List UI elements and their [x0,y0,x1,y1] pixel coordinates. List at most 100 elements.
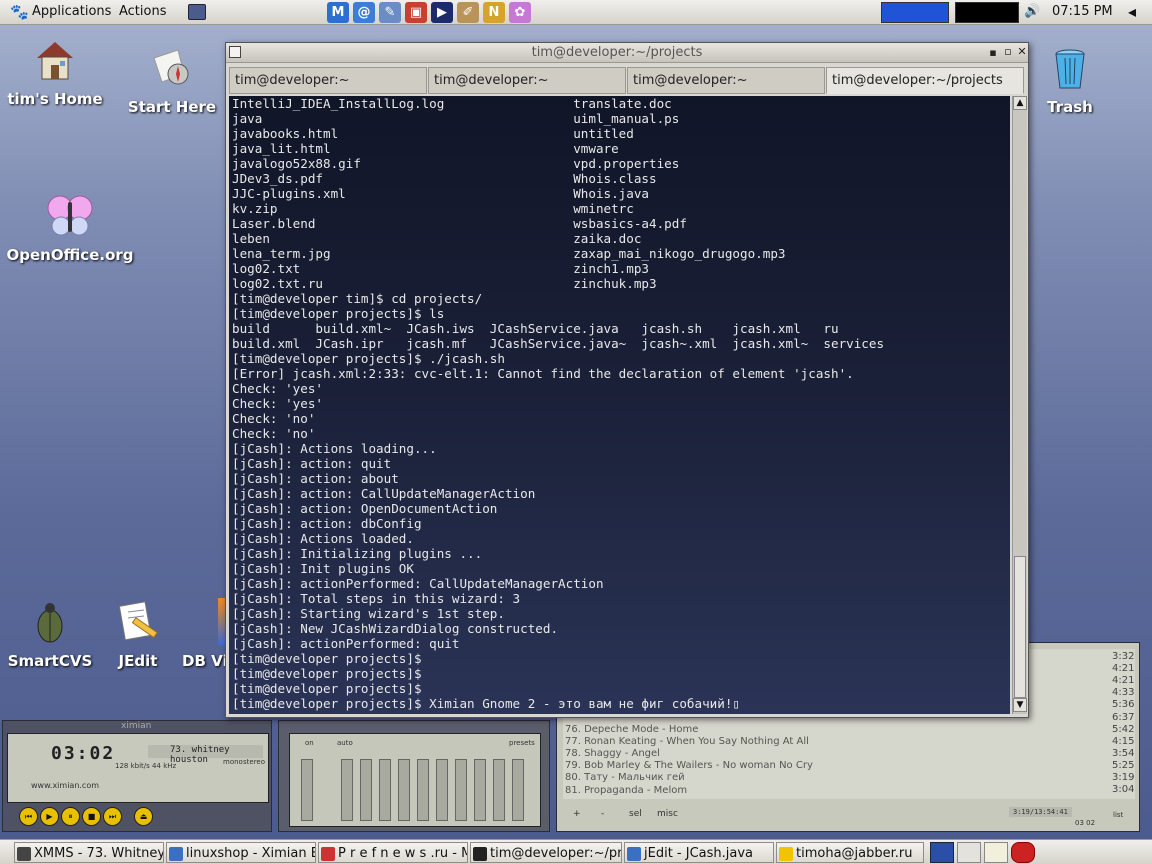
taskbar-button[interactable]: tim@developer:~/proje [470,842,622,863]
desktop-icon-label: JEdit [118,652,158,670]
desktop-icon-dbvisualizer[interactable]: DB Vi [168,598,232,670]
eq-on-toggle[interactable]: on [305,739,314,747]
play-button[interactable]: ▶ [40,807,59,826]
eq-slider[interactable] [455,759,467,821]
terminal-output[interactable]: IntelliJ_IDEA_InstallLog.log translate.d… [229,96,1010,714]
xmms-main-window[interactable]: ximian 03:02 73. whitney houston 128 kbi… [2,720,272,832]
terminal-line: Check: 'yes' [232,381,323,396]
desktop-icon-openoffice[interactable]: OpenOffice.org [5,192,135,264]
tab-terminal-3[interactable]: tim@developer:~ [627,67,825,94]
eq-slider[interactable] [493,759,505,821]
next-button[interactable]: ⏭ [103,807,122,826]
netbeans-icon[interactable]: N [483,2,505,23]
desktop-icon-label: DB Vi [182,652,228,670]
playlist-item[interactable]: 80. Тату - Мальчик гей [565,772,685,783]
show-desktop-icon[interactable] [188,4,206,20]
desktop-icon-home[interactable]: tim's Home [5,36,105,108]
playlist-button[interactable]: - [601,809,604,819]
pause-button[interactable]: ⏸ [61,807,80,826]
tab-terminal-2[interactable]: tim@developer:~ [428,67,626,94]
playlist-button[interactable]: sel [629,809,642,819]
xmms-equalizer[interactable]: on auto presets [278,720,550,832]
playlist-item[interactable]: 78. Shaggy - Angel [565,748,660,759]
openoffice-icon[interactable]: ✿ [509,2,531,23]
terminal-scrollbar[interactable]: ▲ ▼ [1012,96,1027,714]
playlist-button[interactable]: + [573,809,581,819]
evolution-icon[interactable]: @ [353,2,375,23]
start-here-icon [148,44,196,92]
taskbar-button[interactable]: XMMS - 73. Whitney H [14,842,164,863]
eq-slider[interactable] [474,759,486,821]
gnome-foot-icon[interactable]: 🐾 [10,3,29,21]
terminal-window[interactable]: tim@developer:~/projects ▪ ▫ ✕ tim@devel… [225,42,1029,718]
eq-slider[interactable] [301,759,313,821]
maximize-icon[interactable]: ▫ [1002,45,1014,59]
eq-slider[interactable] [417,759,429,821]
system-monitor-icon[interactable] [930,842,954,863]
scroll-up-icon[interactable]: ▲ [1013,96,1027,110]
taskbar-button[interactable]: P r e f n e w s .ru - Mo [318,842,468,863]
jedit-icon[interactable]: ✐ [457,2,479,23]
close-icon[interactable]: ✕ [1016,45,1028,59]
eq-slider[interactable] [360,759,372,821]
terminal-line: [jCash]: actionPerformed: CallUpdateMana… [232,576,604,591]
scrollbar-thumb[interactable] [1014,556,1026,698]
playlist-time: 5:42 [1112,723,1135,735]
desktop-icon-smartcvs[interactable]: SmartCVS [0,598,100,670]
eq-presets-button[interactable]: presets [509,739,535,747]
desktop-icon-trash[interactable]: Trash [1020,44,1120,116]
mozilla-mail-icon[interactable]: M [327,2,349,23]
playlist-time: 3:54 [1112,747,1135,759]
playlist-item[interactable]: 77. Ronan Keating - When You Say Nothing… [565,736,809,747]
eject-button[interactable]: ⏏ [134,807,153,826]
minimize-icon[interactable]: ▪ [987,46,999,60]
notes-icon[interactable] [984,842,1008,863]
window-menu-icon[interactable] [229,46,241,58]
scroll-down-icon[interactable]: ▼ [1013,698,1027,712]
terminal-titlebar[interactable]: tim@developer:~/projects ▪ ▫ ✕ [226,43,1028,63]
terminal-line: kv.zip wminetrc [232,201,634,216]
terminal-line: [jCash]: actionPerformed: quit [232,636,460,651]
bitrate-unit: kbit/s [130,762,150,770]
eq-slider[interactable] [398,759,410,821]
taskbar-button[interactable]: linuxshop - Ximian Evo [166,842,316,863]
desktop-icon-label: Trash [1047,98,1093,116]
eq-slider[interactable] [379,759,391,821]
playlist-item[interactable]: 81. Propaganda - Melom [565,785,687,796]
playlist-list-button[interactable]: list [1113,811,1123,819]
actions-menu[interactable]: Actions [119,4,167,19]
boxing-glove-icon[interactable] [1011,842,1035,863]
terminal-line: javabooks.html untitled [232,126,634,141]
taskbar-label: jEdit - JCash.java [644,846,754,861]
clock[interactable]: 07:15 PM [1052,4,1113,19]
monitor-icon[interactable] [957,842,981,863]
eq-slider[interactable] [341,759,353,821]
eq-auto-toggle[interactable]: auto [337,739,353,747]
terminal-line: [jCash]: action: OpenDocumentAction [232,501,498,516]
volume-icon[interactable]: 🔊 [1024,4,1040,19]
openoffice-desktop-icon [46,192,94,240]
terminal-line: [jCash]: action: quit [232,456,392,471]
eq-slider[interactable] [436,759,448,821]
eq-slider[interactable] [512,759,524,821]
tools-icon[interactable]: ✎ [379,2,401,23]
tab-terminal-projects[interactable]: tim@developer:~/projects [826,67,1024,94]
taskbar-button[interactable]: timoha@jabber.ru [776,842,924,863]
stop-button[interactable]: ■ [82,807,101,826]
taskbar-button[interactable]: jEdit - JCash.java [624,842,774,863]
terminal-line: [jCash]: Init plugins OK [232,561,414,576]
xmms-controls: ⏮ ▶ ⏸ ■ ⏭ ⏏ [19,807,153,826]
playlist-item[interactable]: 79. Bob Marley & The Wailers - No woman … [565,760,813,771]
prev-button[interactable]: ⏮ [19,807,38,826]
playlist-button[interactable]: misc [657,809,678,819]
playlist-item[interactable]: 76. Depeche Mode - Home [565,724,698,735]
applications-menu[interactable]: Applications [32,4,111,19]
tab-terminal-1[interactable]: tim@developer:~ [229,67,427,94]
desktop-icon-start-here[interactable]: Start Here [122,44,222,116]
media-player-icon[interactable]: ▶ [431,2,453,23]
panel-arrow-icon[interactable]: ◂ [1128,2,1136,21]
workspace-switcher-2[interactable] [955,2,1019,23]
workspace-switcher-1[interactable] [881,2,949,23]
image-viewer-icon[interactable]: ▣ [405,2,427,23]
terminal-line: build build.xml~ JCash.iws JCashService.… [232,321,839,336]
